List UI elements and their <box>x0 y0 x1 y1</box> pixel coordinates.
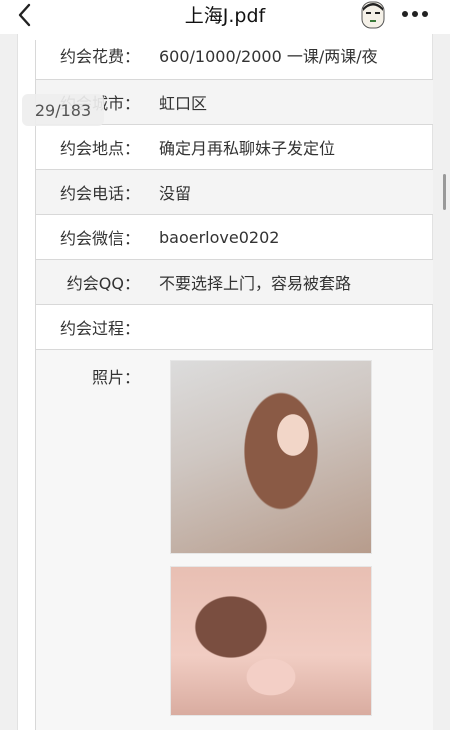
photo-gallery <box>146 350 372 730</box>
page-indicator: 29/183 <box>22 94 104 126</box>
top-bar: 上海J.pdf <box>0 0 450 34</box>
dot-icon <box>412 11 418 17</box>
row-label: 约会电话： <box>59 184 140 203</box>
portrait-photo <box>170 360 372 554</box>
table-row: 约会电话： 没留 <box>36 170 433 215</box>
table-row: 约会花费： 600/1000/2000 一课/两课/夜 <box>36 40 433 80</box>
info-table: 约会花费： 600/1000/2000 一课/两课/夜 约会城市： 虹口区 约会… <box>35 40 433 730</box>
table-row: 约会微信： baoerlove0202 <box>36 215 433 260</box>
scrollbar[interactable] <box>443 174 446 210</box>
dot-icon <box>402 11 408 17</box>
table-row: 约会QQ： 不要选择上门，容易被套路 <box>36 260 433 305</box>
table-row: 约会过程： <box>36 305 433 350</box>
row-label: 约会微信： <box>59 229 140 248</box>
row-value: 不要选择上门，容易被套路 <box>159 274 352 293</box>
dot-icon <box>422 11 428 17</box>
row-label: 约会QQ： <box>66 274 140 293</box>
row-value: baoerlove0202 <box>159 227 280 247</box>
row-value: 600/1000/2000 一课/两课/夜 <box>159 47 378 66</box>
more-options-button[interactable] <box>400 2 430 26</box>
pdf-viewer[interactable]: 约会花费： 600/1000/2000 一课/两课/夜 约会城市： 虹口区 约会… <box>0 34 450 730</box>
photo-row: 照片： <box>36 350 433 730</box>
avatar[interactable] <box>358 0 388 30</box>
pdf-page: 约会花费： 600/1000/2000 一课/两课/夜 约会城市： 虹口区 约会… <box>17 34 433 730</box>
row-label: 约会地点： <box>59 139 140 158</box>
table-row: 约会地点： 确定月再私聊妹子发定位 <box>36 125 433 170</box>
avatar-icon <box>361 1 385 29</box>
row-label: 约会过程： <box>59 319 140 338</box>
row-value: 没留 <box>159 184 192 203</box>
row-label: 约会花费： <box>59 47 140 66</box>
portrait-photo <box>170 566 372 716</box>
row-value: 虹口区 <box>159 94 208 113</box>
row-value: 确定月再私聊妹子发定位 <box>159 139 336 158</box>
photos-label: 照片： <box>91 368 140 387</box>
